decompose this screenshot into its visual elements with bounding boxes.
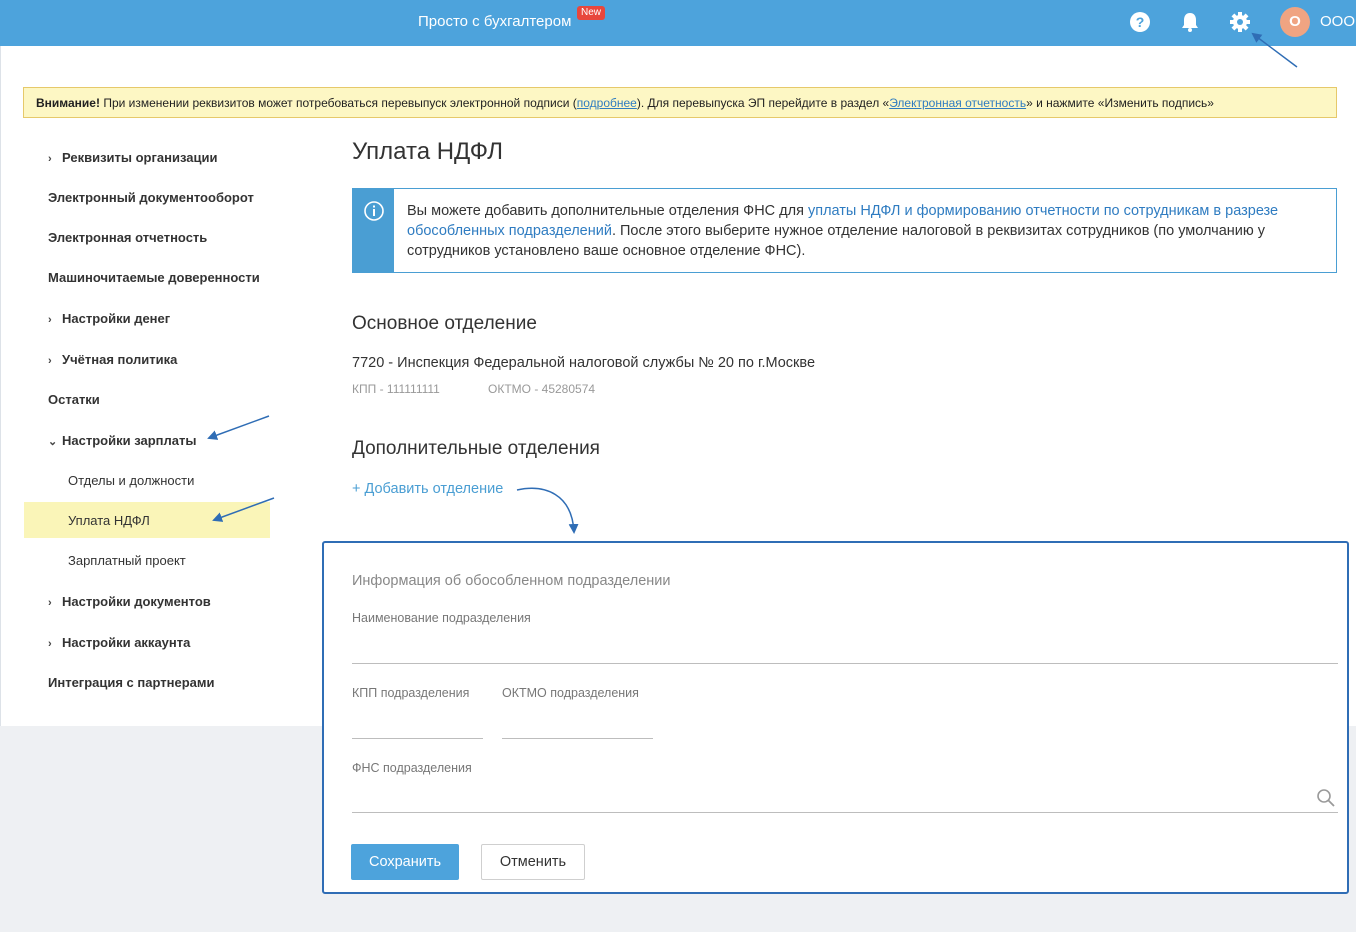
brand-title[interactable]: Просто с бухгалтером [418, 13, 571, 30]
sidebar-item-money-settings[interactable]: › Настройки денег [48, 311, 170, 326]
name-input[interactable] [352, 634, 1338, 664]
warning-banner: Внимание! При изменении реквизитов может… [23, 87, 1337, 118]
org-name[interactable]: ООО [1320, 13, 1355, 30]
sidebar-item-poa[interactable]: Машиночитаемые доверенности [48, 270, 260, 285]
sidebar-item-ndfl-payment[interactable]: Уплата НДФЛ [68, 513, 150, 528]
main-dept-name: 7720 - Инспекция Федеральной налоговой с… [352, 355, 816, 371]
chevron-right-icon: › [48, 638, 52, 650]
oktmo-label: ОКТМО подразделения [502, 686, 639, 700]
sidebar-item-document-settings[interactable]: › Настройки документов [48, 594, 211, 609]
name-label: Наименование подразделения [352, 611, 531, 625]
new-badge: New [577, 6, 606, 20]
kpp-input[interactable] [352, 709, 483, 739]
details-link[interactable]: подробнее [577, 96, 637, 110]
e-reporting-link[interactable]: Электронная отчетность [889, 96, 1026, 110]
search-icon[interactable] [1316, 788, 1336, 808]
subdivision-form: Информация об обособленном подразделении… [322, 541, 1349, 894]
sidebar-item-salary-project[interactable]: Зарплатный проект [68, 553, 186, 568]
sidebar-item-partners[interactable]: Интеграция с партнерами [48, 675, 214, 690]
sidebar-item-edo[interactable]: Электронный документооборот [48, 190, 254, 205]
top-bar: Просто с бухгалтером New ? О ООО [0, 0, 1356, 46]
sidebar-item-accounting-policy[interactable]: › Учётная политика [48, 352, 177, 367]
sidebar-item-account-settings[interactable]: › Настройки аккаунта [48, 635, 190, 650]
extra-dept-title: Дополнительные отделения [352, 438, 600, 459]
info-stripe [353, 189, 394, 272]
main-dept-oktmo: ОКТМО - 45280574 [488, 382, 596, 396]
chevron-down-icon: ⌄ [48, 436, 58, 448]
info-box: Вы можете добавить дополнительные отделе… [352, 188, 1337, 273]
fns-label: ФНС подразделения [352, 761, 472, 775]
chevron-right-icon: › [48, 355, 52, 367]
oktmo-input[interactable] [502, 709, 653, 739]
gear-icon[interactable] [1229, 11, 1251, 33]
sidebar-item-departments[interactable]: Отделы и должности [68, 473, 194, 488]
chevron-right-icon: › [48, 597, 52, 609]
help-icon[interactable]: ? [1129, 11, 1151, 33]
sidebar-item-salary-settings[interactable]: ⌄ Настройки зарплаты [48, 433, 196, 448]
avatar[interactable]: О [1280, 7, 1310, 37]
kpp-label: КПП подразделения [352, 686, 470, 700]
main-dept-kpp: КПП - 111111111 [352, 382, 440, 396]
warning-text: ). Для перевыпуска ЭП перейдите в раздел… [636, 96, 890, 110]
chevron-right-icon: › [48, 153, 52, 165]
page-title: Уплата НДФЛ [352, 138, 503, 165]
info-icon [364, 201, 384, 221]
chevron-right-icon: › [48, 314, 52, 326]
svg-text:?: ? [1136, 14, 1145, 30]
warning-text: » и нажмите «Изменить подпись» [1026, 96, 1214, 110]
fns-input[interactable] [352, 783, 1338, 813]
cancel-button[interactable]: Отменить [481, 844, 585, 880]
add-department-link[interactable]: + Добавить отделение [352, 481, 503, 497]
sidebar-item-balances[interactable]: Остатки [48, 392, 100, 407]
warning-bold: Внимание! [36, 96, 100, 110]
save-button[interactable]: Сохранить [351, 844, 459, 880]
info-text: Вы можете добавить дополнительные отделе… [407, 203, 1279, 259]
form-title: Информация об обособленном подразделении [352, 573, 671, 589]
sidebar-item-e-reporting[interactable]: Электронная отчетность [48, 230, 207, 245]
sidebar-item-requisites[interactable]: › Реквизиты организации [48, 150, 217, 165]
warning-text: При изменении реквизитов может потребова… [99, 96, 577, 110]
bell-icon[interactable] [1179, 11, 1201, 33]
main-dept-title: Основное отделение [352, 313, 537, 334]
